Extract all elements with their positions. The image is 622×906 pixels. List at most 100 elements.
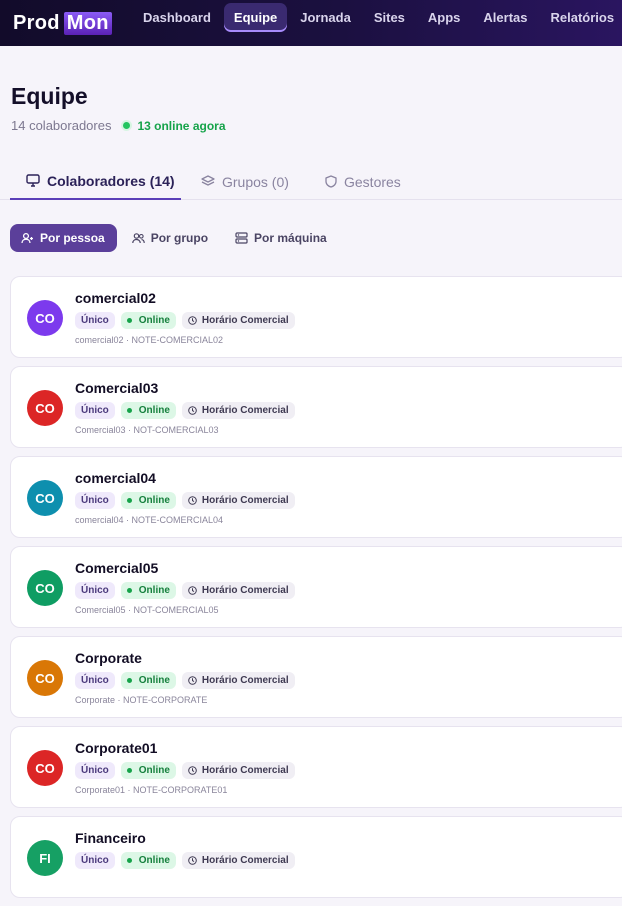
collaborator-badges: Único Online Horário Comercial xyxy=(75,852,301,869)
clock-icon xyxy=(188,586,197,595)
schedule-badge-label: Horário Comercial xyxy=(201,495,289,506)
schedule-badge: Horário Comercial xyxy=(181,312,295,329)
avatar: CO xyxy=(27,390,63,426)
status-badge-label: Online xyxy=(138,675,170,686)
type-badge: Único xyxy=(75,852,115,869)
collaborator-name: comercial04 xyxy=(75,470,156,486)
schedule-badge-label: Horário Comercial xyxy=(201,405,289,416)
shield-icon xyxy=(325,175,337,188)
nav-alertas[interactable]: Alertas xyxy=(473,3,537,32)
clock-icon xyxy=(188,856,197,865)
collaborator-card[interactable]: FI Financeiro Único Online Horário Comer… xyxy=(10,816,622,898)
tab-colaboradores[interactable]: Colaboradores (14) xyxy=(10,163,181,200)
collaborator-badges: Único Online Horário Comercial xyxy=(75,492,301,509)
user-icon xyxy=(21,232,33,244)
tab-gestores[interactable]: Gestores xyxy=(325,163,401,200)
collaborator-name: Corporate01 xyxy=(75,740,158,756)
status-badge-label: Online xyxy=(138,315,170,326)
main-nav: Dashboard Equipe Jornada Sites Apps Aler… xyxy=(133,2,622,32)
tab-colaboradores-label: Colaboradores (14) xyxy=(47,172,175,189)
schedule-badge-label: Horário Comercial xyxy=(201,585,289,596)
avatar: CO xyxy=(27,480,63,516)
tab-grupos-label: Grupos (0) xyxy=(222,173,289,190)
clock-icon xyxy=(188,496,197,505)
nav-sites[interactable]: Sites xyxy=(364,3,415,32)
clock-icon xyxy=(188,316,197,325)
clock-icon xyxy=(188,406,197,415)
collaborator-badges: Único Online Horário Comercial xyxy=(75,582,301,599)
clock-icon xyxy=(188,676,197,685)
avatar: CO xyxy=(27,300,63,336)
status-badge: Online xyxy=(120,402,176,419)
tab-gestores-label: Gestores xyxy=(344,173,401,190)
nav-relatorios[interactable]: Relatórios xyxy=(540,3,622,32)
schedule-badge: Horário Comercial xyxy=(181,582,295,599)
schedule-badge: Horário Comercial xyxy=(181,852,295,869)
online-status-dot-icon xyxy=(123,122,131,129)
collaborator-name: Comercial03 xyxy=(75,380,159,396)
collaborator-badges: Único Online Horário Comercial xyxy=(75,762,301,779)
users-icon xyxy=(131,233,145,244)
avatar: CO xyxy=(27,660,63,696)
avatar: CO xyxy=(27,570,63,606)
page-subtitle: 14 colaboradores 13 online agora xyxy=(11,118,226,133)
type-badge: Único xyxy=(75,582,115,599)
type-badge: Único xyxy=(75,762,115,779)
online-dot-icon xyxy=(126,858,132,863)
collaborator-card[interactable]: CO Corporate01 Único Online Horário Come… xyxy=(10,726,622,808)
clock-icon xyxy=(188,766,197,775)
schedule-badge: Horário Comercial xyxy=(181,762,295,779)
collaborator-machine: Corporate · NOTE-CORPORATE xyxy=(75,695,208,705)
schedule-badge-label: Horário Comercial xyxy=(201,315,289,326)
collaborator-badges: Único Online Horário Comercial xyxy=(75,402,301,419)
collaborator-card[interactable]: CO Corporate Único Online Horário Comerc… xyxy=(10,636,622,718)
collaborator-card[interactable]: CO comercial02 Único Online Horário Come… xyxy=(10,276,622,358)
collaborator-badges: Único Online Horário Comercial xyxy=(75,312,301,329)
avatar: FI xyxy=(27,840,63,876)
top-nav-bar: Prod Mon Dashboard Equipe Jornada Sites … xyxy=(0,0,622,46)
schedule-badge-label: Horário Comercial xyxy=(201,855,289,866)
online-dot-icon xyxy=(126,588,132,593)
schedule-badge-label: Horário Comercial xyxy=(201,765,289,776)
nav-apps[interactable]: Apps xyxy=(418,3,471,32)
collaborator-card[interactable]: CO Comercial05 Único Online Horário Come… xyxy=(10,546,622,628)
filter-por-grupo-button[interactable]: Por grupo xyxy=(121,224,220,252)
collaborator-name: Financeiro xyxy=(75,830,146,846)
nav-dashboard[interactable]: Dashboard xyxy=(133,3,221,32)
section-tabs: Colaboradores (14) Grupos (0) Gestores xyxy=(0,163,622,200)
filter-por-pessoa-label: Por pessoa xyxy=(40,231,105,245)
status-badge-label: Online xyxy=(138,765,170,776)
collaborator-count: 14 colaboradores xyxy=(11,118,112,133)
status-badge: Online xyxy=(120,762,176,779)
page-title: Equipe xyxy=(11,83,88,109)
schedule-badge: Horário Comercial xyxy=(181,672,295,689)
layers-icon xyxy=(201,175,215,186)
online-dot-icon xyxy=(126,318,132,323)
filter-por-maquina-label: Por máquina xyxy=(254,231,327,245)
online-dot-icon xyxy=(126,768,132,773)
nav-jornada[interactable]: Jornada xyxy=(290,3,361,32)
status-badge: Online xyxy=(120,852,176,869)
collaborator-card[interactable]: CO comercial04 Único Online Horário Come… xyxy=(10,456,622,538)
app-logo[interactable]: Prod Mon xyxy=(13,11,112,35)
filter-por-maquina-button[interactable]: Por máquina xyxy=(224,224,339,252)
logo-text-mon: Mon xyxy=(63,11,112,35)
collaborator-card[interactable]: CO Comercial03 Único Online Horário Come… xyxy=(10,366,622,448)
type-badge: Único xyxy=(75,492,115,509)
schedule-badge: Horário Comercial xyxy=(181,402,295,419)
collaborator-list: CO comercial02 Único Online Horário Come… xyxy=(10,276,622,906)
online-dot-icon xyxy=(126,408,132,413)
tab-grupos[interactable]: Grupos (0) xyxy=(201,163,289,200)
collaborator-machine: comercial02 · NOTE-COMERCIAL02 xyxy=(75,335,224,345)
schedule-badge-label: Horário Comercial xyxy=(201,675,289,686)
collaborator-machine: Corporate01 · NOTE-CORPORATE01 xyxy=(75,785,228,795)
filter-por-pessoa-button[interactable]: Por pessoa xyxy=(10,224,117,252)
status-badge: Online xyxy=(120,672,176,689)
status-badge-label: Online xyxy=(138,585,170,596)
collaborator-badges: Único Online Horário Comercial xyxy=(75,672,301,689)
type-badge: Único xyxy=(75,402,115,419)
status-badge-label: Online xyxy=(138,495,170,506)
collaborator-name: comercial02 xyxy=(75,290,156,306)
server-icon xyxy=(235,232,248,244)
nav-equipe[interactable]: Equipe xyxy=(223,2,288,32)
